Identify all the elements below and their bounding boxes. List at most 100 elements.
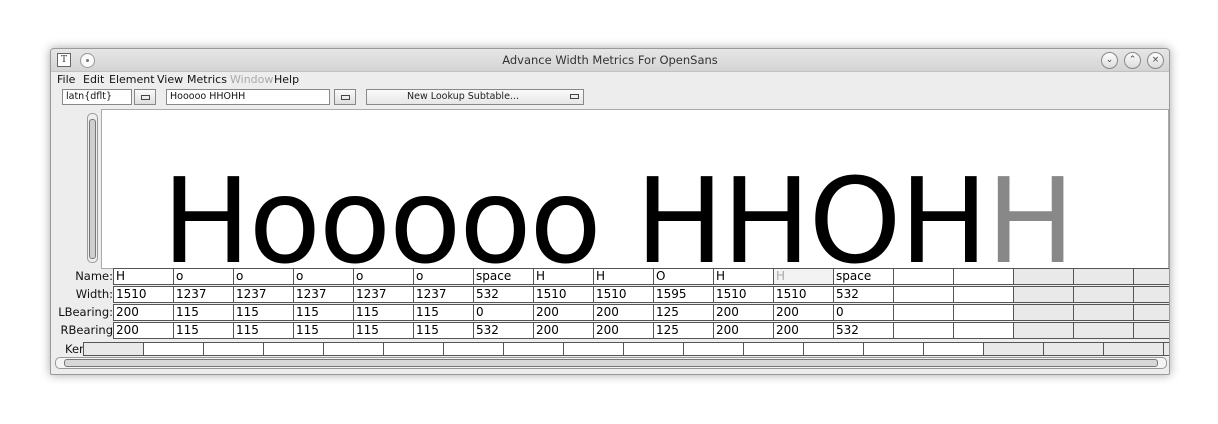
kern-cell[interactable] (143, 342, 204, 356)
lbearing-row-label: LBearing: (58, 305, 113, 319)
text-field[interactable]: Hooooo HHOHH (166, 89, 330, 105)
script-menu-button[interactable] (134, 89, 156, 105)
name-cell[interactable]: o (353, 268, 414, 285)
menu-element[interactable]: Element (109, 73, 155, 86)
lbearing-cell[interactable]: 115 (293, 304, 354, 321)
kern-cell[interactable] (623, 342, 684, 356)
rbearing-cell[interactable]: 200 (113, 322, 174, 339)
width-cell[interactable]: 1510 (533, 286, 594, 303)
rbearing-cell[interactable]: 200 (533, 322, 594, 339)
close-button[interactable]: × (1147, 52, 1164, 69)
window-title: Advance Width Metrics For OpenSans (502, 53, 718, 67)
kern-cell[interactable] (203, 342, 264, 356)
rbearing-cell[interactable]: 200 (713, 322, 774, 339)
width-cell[interactable]: 1237 (413, 286, 474, 303)
minimize-button[interactable]: ⌄ (1101, 52, 1118, 69)
width-cell[interactable]: 1237 (173, 286, 234, 303)
menu-file[interactable]: File (57, 73, 75, 86)
rbearing-cell[interactable]: 115 (293, 322, 354, 339)
script-field[interactable]: latn{dflt} (62, 89, 132, 105)
kern-cell[interactable] (263, 342, 324, 356)
kern-cell[interactable] (683, 342, 744, 356)
width-cell[interactable]: 1510 (113, 286, 174, 303)
name-cell[interactable]: space (473, 268, 534, 285)
name-cell (1133, 268, 1169, 285)
name-cell[interactable]: H (113, 268, 174, 285)
rbearing-cell[interactable]: 115 (353, 322, 414, 339)
rbearing-cell[interactable]: 532 (833, 322, 894, 339)
lbearing-cell[interactable]: 200 (713, 304, 774, 321)
kern-cell[interactable] (563, 342, 624, 356)
name-cell[interactable]: o (413, 268, 474, 285)
rbearing-cell[interactable]: 115 (173, 322, 234, 339)
lbearing-cell[interactable]: 200 (593, 304, 654, 321)
lookup-subtable-label: New Lookup Subtable... (407, 91, 519, 102)
kern-cell[interactable] (803, 342, 864, 356)
width-cell[interactable]: 1510 (593, 286, 654, 303)
maximize-button[interactable]: ⌃ (1124, 52, 1141, 69)
lbearing-cell[interactable]: 0 (833, 304, 894, 321)
width-cell[interactable]: 1510 (713, 286, 774, 303)
rbearing-cell[interactable]: 200 (593, 322, 654, 339)
lbearing-cell (1133, 304, 1169, 321)
rbearing-cell[interactable]: 200 (773, 322, 834, 339)
name-cell[interactable]: space (833, 268, 894, 285)
name-cell[interactable]: H (593, 268, 654, 285)
width-row: Width: 1510 1237 1237 1237 1237 1237 532 1510 15… (51, 286, 1169, 303)
rbearing-cell[interactable]: 115 (233, 322, 294, 339)
menu-metrics[interactable]: Metrics (187, 73, 227, 86)
horizontal-scrollbar-thumb[interactable] (64, 359, 1158, 367)
title-bar[interactable]: T Advance Width Metrics For OpenSans ⌄ ⌃… (51, 49, 1169, 72)
lookup-subtable-dropdown[interactable]: New Lookup Subtable... (366, 89, 584, 105)
lbearing-cell[interactable]: 200 (113, 304, 174, 321)
lbearing-cell[interactable]: 115 (413, 304, 474, 321)
lbearing-cell[interactable]: 115 (353, 304, 414, 321)
name-row-label: Name: (75, 269, 113, 283)
menu-view[interactable]: View (157, 73, 183, 86)
rbearing-cell[interactable]: 532 (473, 322, 534, 339)
menu-help[interactable]: Help (274, 73, 299, 86)
width-cell[interactable]: 532 (473, 286, 534, 303)
width-cell[interactable]: 1237 (353, 286, 414, 303)
size-slider-thumb[interactable] (89, 119, 96, 259)
lbearing-cell[interactable]: 125 (653, 304, 714, 321)
horizontal-scrollbar[interactable] (55, 357, 1167, 369)
kern-cell[interactable] (743, 342, 804, 356)
lbearing-cell[interactable]: 200 (533, 304, 594, 321)
width-cell[interactable]: 1237 (293, 286, 354, 303)
text-menu-button[interactable] (334, 89, 356, 105)
kern-cell[interactable] (443, 342, 504, 356)
width-cell (953, 286, 1014, 303)
width-cell[interactable]: 1510 (773, 286, 834, 303)
lbearing-cell[interactable]: 0 (473, 304, 534, 321)
kern-cell[interactable] (383, 342, 444, 356)
name-cell[interactable]: o (173, 268, 234, 285)
name-cell[interactable]: H (713, 268, 774, 285)
width-cell[interactable]: 1237 (233, 286, 294, 303)
kern-cell[interactable] (923, 342, 984, 356)
glyph-preview[interactable]: Hooooo HHOHH (101, 109, 1169, 280)
kern-cell[interactable] (503, 342, 564, 356)
width-cell (1013, 286, 1074, 303)
rbearing-row-label: RBearing (60, 323, 113, 337)
name-cell[interactable]: O (653, 268, 714, 285)
kern-cell (83, 342, 144, 356)
width-cell (1133, 286, 1169, 303)
name-cell[interactable]: o (233, 268, 294, 285)
menu-edit[interactable]: Edit (83, 73, 104, 86)
width-cell (893, 286, 954, 303)
width-cell[interactable]: 532 (833, 286, 894, 303)
name-cell[interactable]: o (293, 268, 354, 285)
lbearing-cell[interactable]: 115 (233, 304, 294, 321)
metrics-window: T Advance Width Metrics For OpenSans ⌄ ⌃… (50, 48, 1170, 375)
width-cell[interactable]: 1595 (653, 286, 714, 303)
name-cell[interactable]: H (773, 268, 834, 285)
menu-window: Window (230, 73, 274, 86)
rbearing-cell[interactable]: 115 (413, 322, 474, 339)
kern-cell[interactable] (863, 342, 924, 356)
rbearing-cell[interactable]: 125 (653, 322, 714, 339)
name-cell[interactable]: H (533, 268, 594, 285)
kern-cell[interactable] (323, 342, 384, 356)
lbearing-cell[interactable]: 115 (173, 304, 234, 321)
lbearing-cell[interactable]: 200 (773, 304, 834, 321)
